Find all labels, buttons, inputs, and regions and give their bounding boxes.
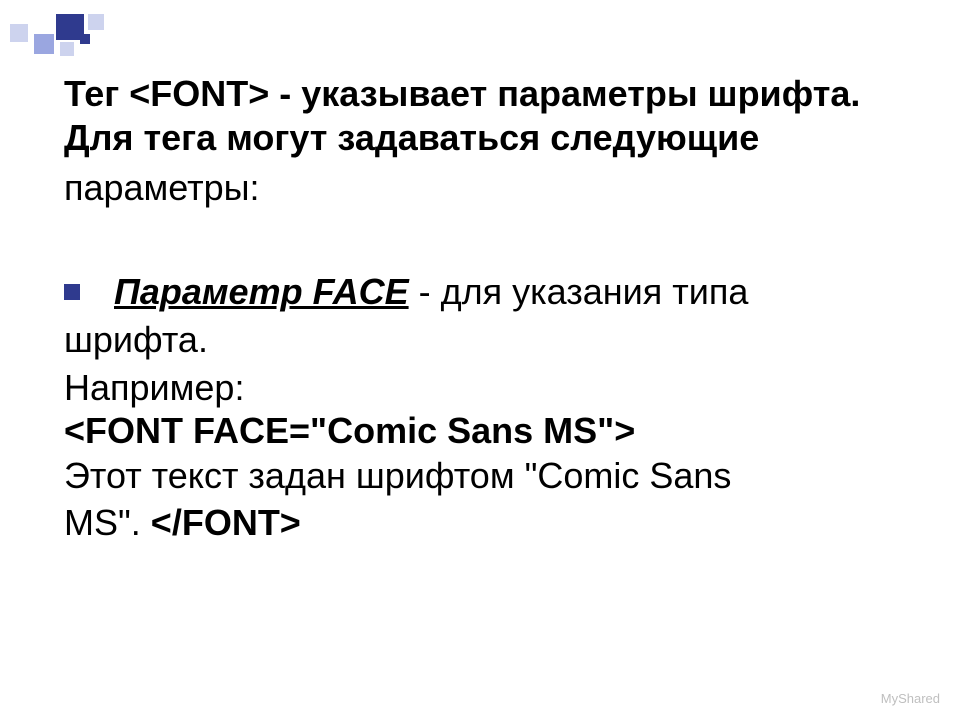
footer-watermark: MyShared [881, 691, 940, 706]
bullet-text: Параметр FACE - для указания типа [114, 270, 900, 314]
bullet-rest: - для указания типа [409, 271, 749, 312]
intro-tag: <FONT> [129, 73, 269, 114]
deco-square [88, 14, 104, 30]
deco-square [10, 24, 28, 42]
intro-rest1: - указывает параметры шрифта. [269, 73, 860, 114]
deco-square [80, 34, 90, 44]
corner-decoration [10, 14, 150, 70]
intro-block: Тег <FONT> - указывает параметры шрифта.… [64, 72, 900, 210]
example-label: Например: [64, 366, 900, 410]
bullet-square-icon [64, 284, 80, 300]
comic-sans-line-1: Этот текст задан шрифтом "Comic Sans [64, 453, 900, 500]
comic-sans-line-2: MS". </FONT> [64, 500, 900, 547]
code-open-tag: <FONT FACE="Comic Sans MS"> [64, 409, 900, 453]
bullet-item: Параметр FACE - для указания типа [64, 270, 900, 314]
deco-square [60, 42, 74, 56]
intro-line-2: Для тега могут задаваться следующие [64, 116, 900, 160]
param-face-label: Параметр FACE [114, 271, 409, 312]
intro-params: параметры: [64, 166, 900, 210]
comic-sans-line-2-prefix: MS". [64, 502, 151, 543]
content-area: Тег <FONT> - указывает параметры шрифта.… [64, 72, 900, 547]
deco-square [34, 34, 54, 54]
intro-prefix: Тег [64, 73, 129, 114]
code-close-tag: </FONT> [151, 502, 301, 543]
bullet-continuation: шрифта. [64, 318, 900, 362]
intro-line-1: Тег <FONT> - указывает параметры шрифта. [64, 72, 900, 116]
slide: Тег <FONT> - указывает параметры шрифта.… [0, 0, 960, 720]
